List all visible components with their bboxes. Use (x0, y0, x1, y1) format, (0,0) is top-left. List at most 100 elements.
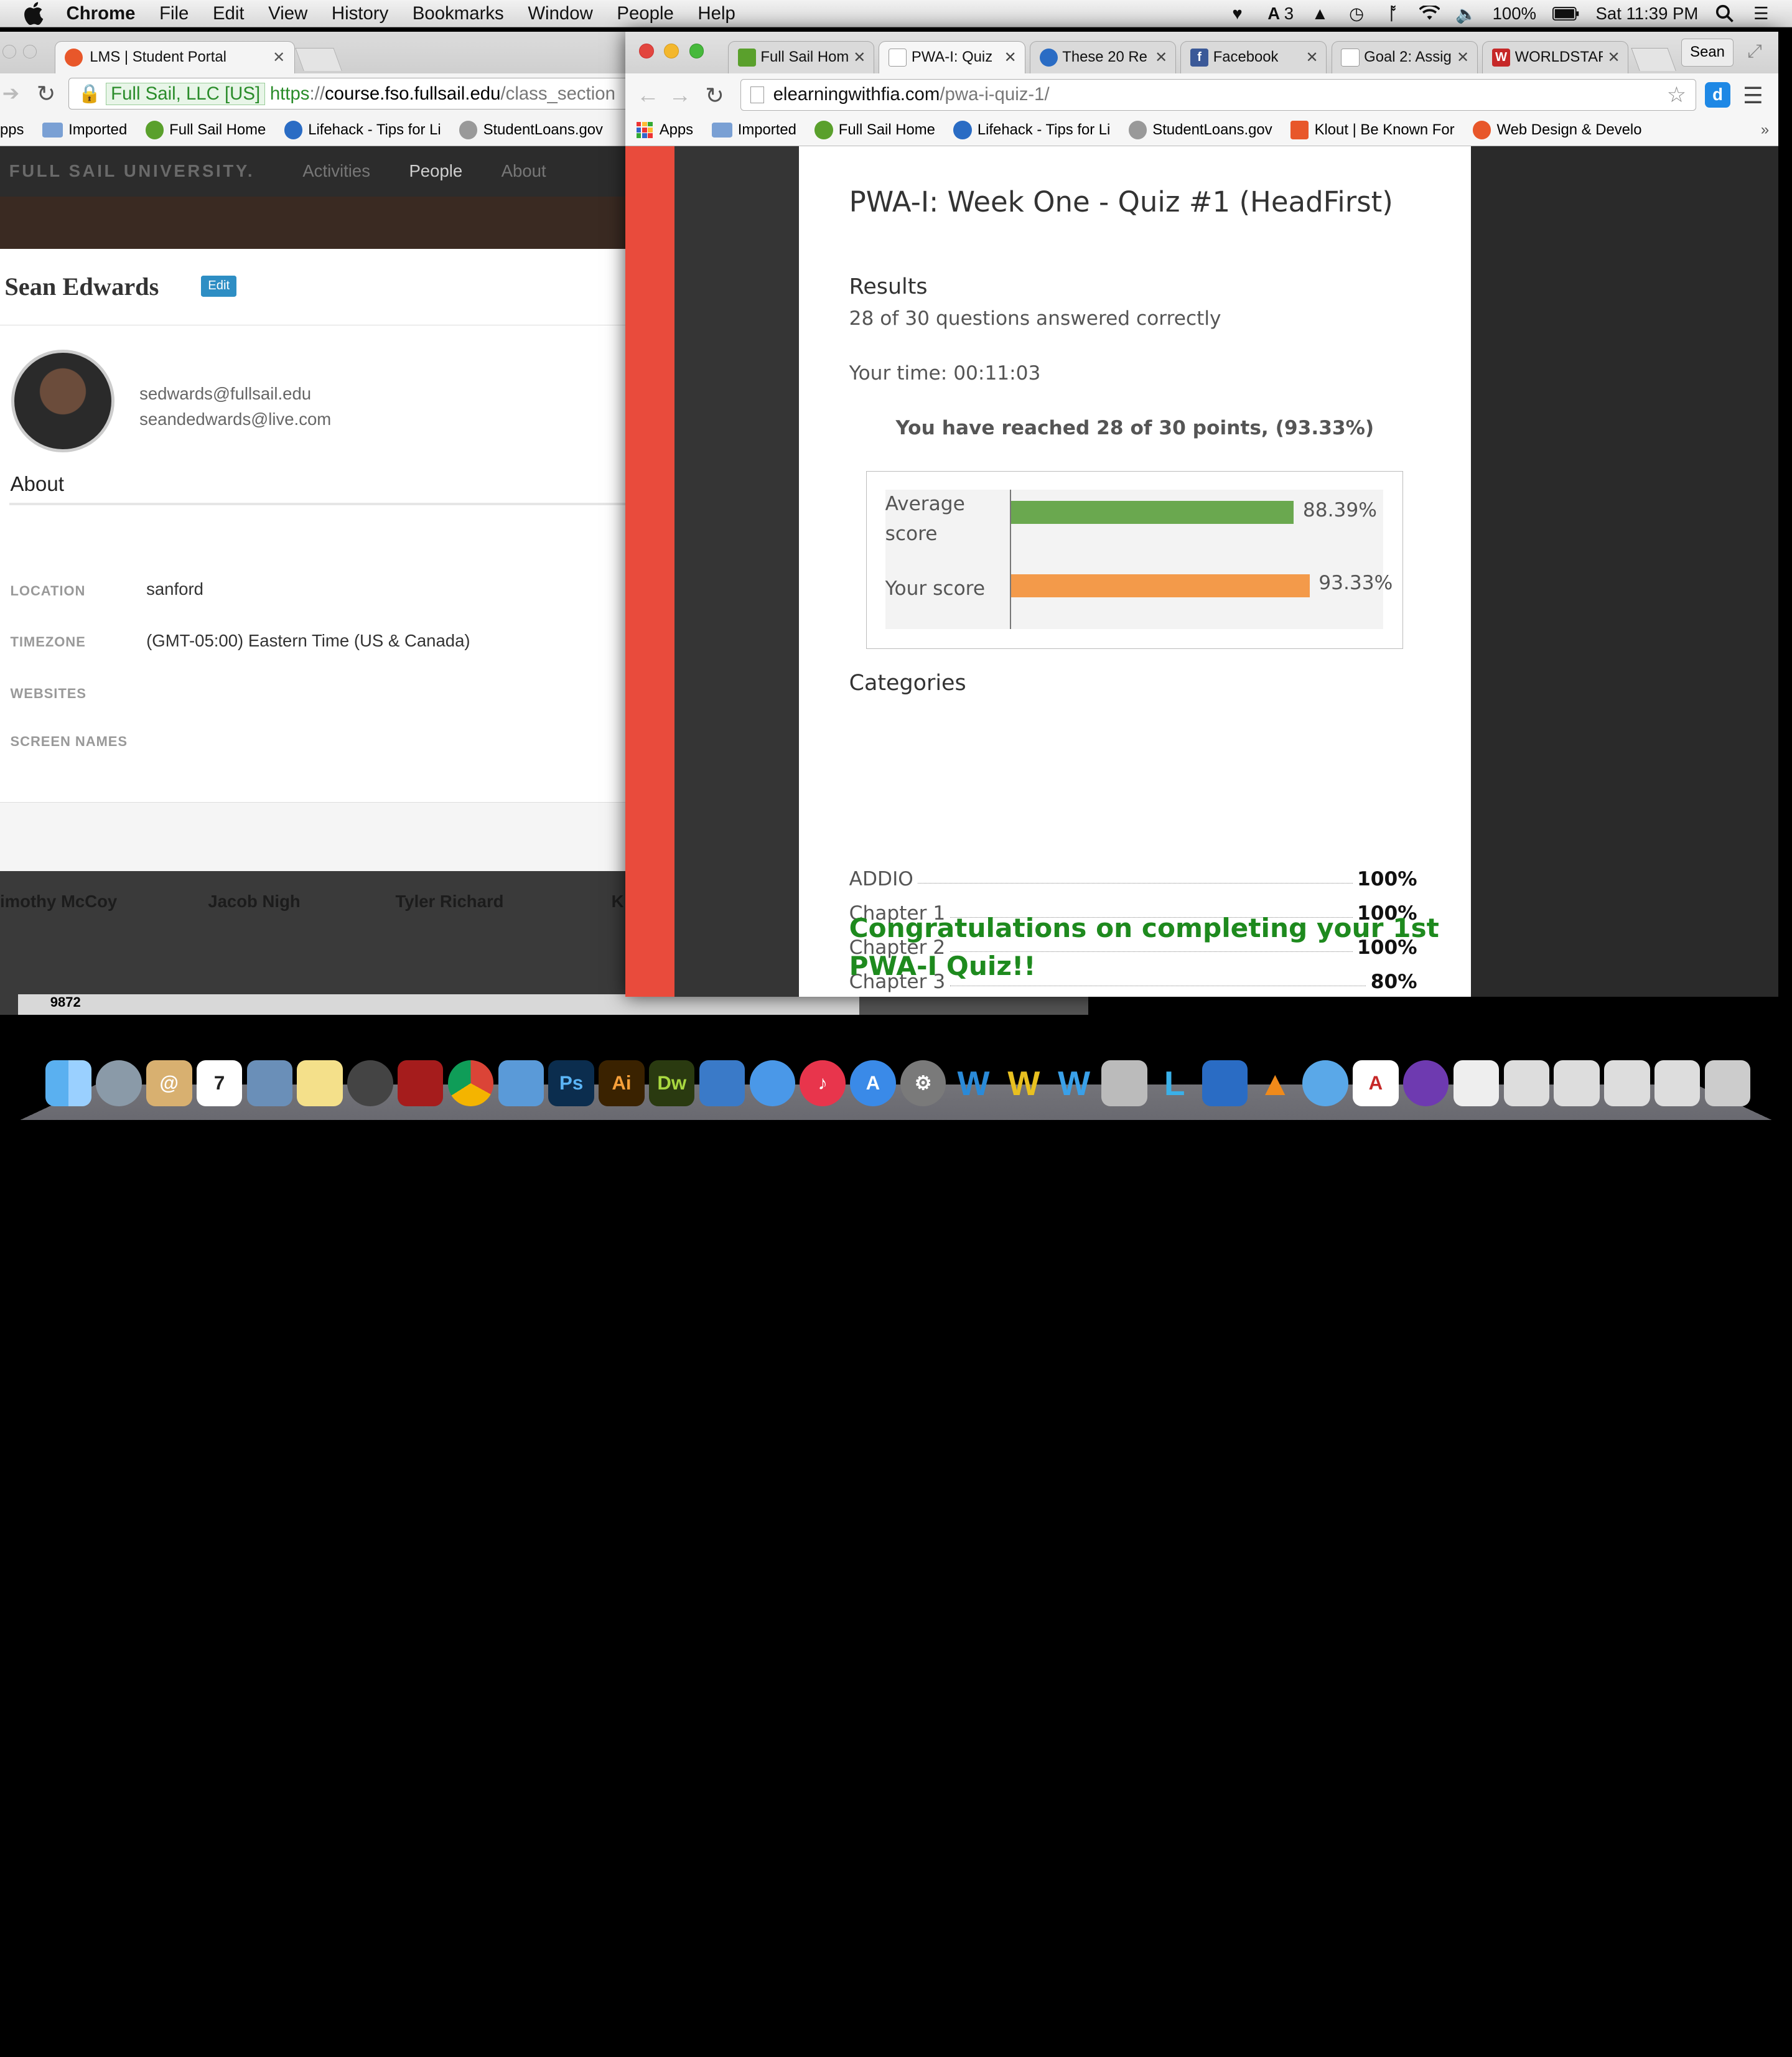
minimized-window-icon[interactable] (1554, 1060, 1600, 1106)
nav-about[interactable]: About (502, 161, 546, 181)
trash-icon[interactable] (1704, 1060, 1751, 1106)
google-drive-icon[interactable]: ▲ (1310, 4, 1330, 23)
tab-close-icon[interactable]: ✕ (273, 49, 285, 67)
app-store-icon[interactable]: A (850, 1060, 896, 1106)
calendar-icon[interactable]: 7 (196, 1060, 243, 1106)
bookmark-lifehack[interactable]: Lifehack - Tips for Li (284, 121, 441, 139)
close-window-button[interactable] (638, 43, 654, 58)
itunes-icon[interactable]: ♪ (800, 1060, 846, 1106)
new-tab-button[interactable] (1631, 48, 1676, 71)
menu-bookmarks[interactable]: Bookmarks (413, 3, 504, 24)
window-button-inactive[interactable] (22, 44, 37, 58)
mail-icon[interactable] (246, 1060, 293, 1106)
email-primary[interactable]: sedwards@fullsail.edu (139, 384, 311, 404)
system-preferences-icon[interactable]: ⚙ (900, 1060, 946, 1106)
tab-close-icon[interactable]: ✕ (1452, 49, 1469, 67)
tab-these-20[interactable]: These 20 Re ✕ (1029, 41, 1176, 73)
volume-icon[interactable]: 🔈 (1455, 4, 1477, 24)
spotlight-search-icon[interactable] (1714, 4, 1735, 23)
menu-view[interactable]: View (268, 3, 307, 24)
tab-lms-student-portal[interactable]: LMS | Student Portal ✕ (55, 41, 295, 73)
back-icon[interactable]: ← (637, 82, 660, 108)
menu-edit[interactable]: Edit (213, 3, 245, 24)
person-name[interactable]: Tyler Richard (395, 892, 503, 912)
safari-icon[interactable] (749, 1060, 796, 1106)
bookmark-fullsail-home[interactable]: Full Sail Home (145, 121, 266, 139)
new-tab-button[interactable] (295, 48, 343, 71)
lync-icon[interactable]: L (1152, 1060, 1197, 1106)
tab-close-icon[interactable]: ✕ (1301, 49, 1318, 67)
facetime-icon[interactable] (347, 1060, 393, 1106)
forward-icon[interactable]: ➔ (2, 81, 20, 106)
documents-stack-icon[interactable] (1453, 1060, 1500, 1106)
window-button-inactive[interactable] (2, 44, 16, 58)
minimize-window-button[interactable] (664, 43, 679, 58)
person-name[interactable]: Jacob Nigh (208, 892, 300, 912)
bookmark-star-icon[interactable]: ☆ (1667, 83, 1686, 108)
messages-icon[interactable] (1302, 1060, 1348, 1106)
wunderlist-icon[interactable]: W (1001, 1060, 1047, 1106)
wifi-icon[interactable] (1419, 4, 1440, 22)
bookmark-apps[interactable]: Apps (637, 121, 693, 139)
tab-close-icon[interactable]: ✕ (999, 49, 1017, 67)
apple-icon[interactable] (23, 2, 48, 25)
more-bookmarks-icon[interactable]: » (1761, 121, 1769, 139)
tab-pwa-quiz[interactable]: PWA-I: Quiz ✕ (879, 41, 1025, 73)
bookmark-web-design[interactable]: Web Design & Develo (1472, 121, 1641, 139)
menu-history[interactable]: History (332, 3, 388, 24)
edit-profile-button[interactable]: Edit (201, 275, 237, 297)
bluetooth-icon[interactable]: ᚩ (1383, 4, 1403, 23)
extension-d-icon[interactable]: d (1705, 82, 1730, 108)
chrome-menu-icon[interactable]: ☰ (1743, 82, 1763, 109)
fullscreen-icon[interactable]: ⤢ (1747, 41, 1762, 62)
tab-close-icon[interactable]: ✕ (849, 49, 866, 67)
minimized-window-icon[interactable] (1654, 1060, 1701, 1106)
finder-icon[interactable] (45, 1060, 91, 1106)
bookmark-imported[interactable]: Imported (42, 121, 127, 139)
bookmark-apps[interactable]: pps (0, 121, 24, 139)
clock[interactable]: Sat 11:39 PM (1596, 4, 1699, 24)
tab-facebook[interactable]: f Facebook ✕ (1180, 41, 1327, 73)
downloads-stack-icon[interactable] (1503, 1060, 1550, 1106)
acrobat-icon[interactable]: A (1353, 1060, 1399, 1106)
fullsail-logo[interactable]: FULL SAIL UNIVERSITY. (9, 161, 254, 181)
nav-activities[interactable]: Activities (302, 161, 370, 181)
person-name[interactable]: K (612, 892, 624, 912)
profile-button[interactable]: Sean (1681, 39, 1734, 67)
bookmark-studentloans[interactable]: StudentLoans.gov (1128, 121, 1272, 139)
notification-center-icon[interactable]: ☰ (1751, 4, 1771, 23)
photoshop-icon[interactable]: Ps (548, 1060, 594, 1106)
reload-icon[interactable]: ↻ (705, 82, 724, 109)
notes-icon[interactable] (297, 1060, 343, 1106)
webstorm-icon[interactable]: W (1051, 1060, 1096, 1106)
bookmark-fullsail-home[interactable]: Full Sail Home (814, 121, 935, 139)
adobe-status[interactable]: A3 (1264, 4, 1294, 24)
iphoto-icon[interactable] (498, 1060, 544, 1106)
illustrator-icon[interactable]: Ai (599, 1060, 645, 1106)
tab-goal-2[interactable]: Goal 2: Assig ✕ (1331, 41, 1478, 73)
photo-booth-icon[interactable] (398, 1060, 444, 1106)
bookmark-klout[interactable]: Klout | Be Known For (1290, 121, 1455, 139)
time-machine-icon[interactable]: ◷ (1346, 4, 1367, 23)
menu-help[interactable]: Help (698, 3, 735, 24)
tab-close-icon[interactable]: ✕ (1150, 49, 1167, 67)
email-secondary[interactable]: seandedwards@live.com (139, 409, 331, 429)
contacts-icon[interactable]: @ (146, 1060, 192, 1106)
nav-people[interactable]: People (409, 161, 462, 181)
calculator-icon[interactable] (1101, 1060, 1147, 1106)
dreamweaver-icon[interactable]: Dw (649, 1060, 695, 1106)
chrome-icon[interactable] (447, 1060, 494, 1106)
bookmark-lifehack[interactable]: Lifehack - Tips for Li (953, 121, 1110, 139)
vlc-icon[interactable]: ▲ (1253, 1060, 1298, 1106)
reload-icon[interactable]: ↻ (37, 80, 56, 107)
keynote-icon[interactable] (699, 1060, 745, 1106)
evernote-icon[interactable]: ♥ (1227, 4, 1248, 23)
minimized-window-icon[interactable] (1604, 1060, 1650, 1106)
word-icon[interactable]: W (951, 1060, 996, 1106)
bookmark-imported[interactable]: Imported (711, 121, 796, 139)
battery-icon[interactable] (1552, 4, 1580, 22)
launchpad-icon[interactable] (96, 1060, 142, 1106)
menu-file[interactable]: File (159, 3, 189, 24)
forward-icon[interactable]: → (668, 82, 691, 108)
cyberduck-icon[interactable] (1202, 1060, 1248, 1106)
